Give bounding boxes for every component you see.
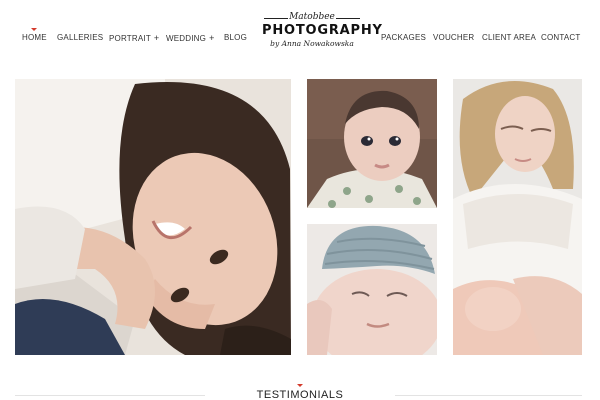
logo-rule-left <box>264 18 288 19</box>
logo-line-3: by Anna Nowakowska <box>270 39 354 48</box>
nav-contact[interactable]: CONTACT <box>541 33 580 42</box>
testimonials-divider-right <box>395 395 582 396</box>
nav-galleries[interactable]: GALLERIES <box>57 33 103 42</box>
newborn-photo-image <box>307 224 437 355</box>
nav-wedding[interactable]: WEDDING + <box>166 33 215 43</box>
nav-client-area[interactable]: CLIENT AREA <box>482 33 536 42</box>
section-marker-icon <box>297 384 303 387</box>
nav-portrait[interactable]: PORTRAIT + <box>109 33 159 43</box>
logo-rule-right <box>336 18 360 19</box>
active-nav-marker-icon <box>31 28 37 31</box>
nav-portrait-label: PORTRAIT <box>109 34 151 43</box>
girl-photo-image <box>15 79 291 355</box>
gallery-photo-girl[interactable] <box>15 79 291 355</box>
plus-icon: + <box>153 33 160 43</box>
nav-packages[interactable]: PACKAGES <box>381 33 426 42</box>
site-logo[interactable]: Matobbee PHOTOGRAPHY by Anna Nowakowska <box>262 12 383 60</box>
gallery-photo-newborn[interactable] <box>307 224 437 355</box>
nav-wedding-label: WEDDING <box>166 34 207 43</box>
testimonials-heading: TESTIMONIALS <box>256 389 344 400</box>
nav-home[interactable]: HOME <box>22 33 47 42</box>
logo-line-2: PHOTOGRAPHY <box>262 23 383 38</box>
gallery-photo-mother[interactable] <box>453 79 582 355</box>
baby-photo-image <box>307 79 437 208</box>
site-header: HOME GALLERIES PORTRAIT + WEDDING + BLOG M… <box>0 0 600 78</box>
testimonials-divider-left <box>15 395 205 396</box>
gallery-photo-baby[interactable] <box>307 79 437 208</box>
nav-voucher[interactable]: VOUCHER <box>433 33 474 42</box>
plus-icon: + <box>209 33 215 43</box>
mother-photo-image <box>453 79 582 355</box>
nav-blog[interactable]: BLOG <box>224 33 247 42</box>
